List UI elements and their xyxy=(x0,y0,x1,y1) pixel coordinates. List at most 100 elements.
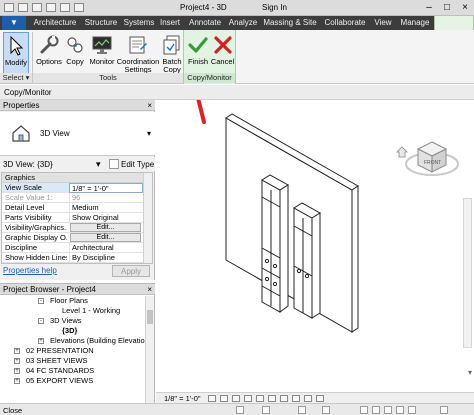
prop-row-detail-level[interactable]: Detail Level Medium xyxy=(2,203,152,213)
close-window-button[interactable]: × xyxy=(456,0,474,15)
edit-type-button[interactable]: Edit Type xyxy=(121,160,154,169)
browser-tree: - Floor Plans Level 1 - Working - 3D Vie… xyxy=(0,296,149,386)
print-icon[interactable] xyxy=(74,3,84,12)
graphics-section-header[interactable]: Graphics xyxy=(2,173,152,183)
prop-value[interactable]: Show Original xyxy=(69,213,143,223)
tab-architecture[interactable]: Architecture xyxy=(30,16,80,30)
shadows-icon[interactable] xyxy=(244,395,252,402)
worksets-icon[interactable] xyxy=(236,406,244,414)
apply-button[interactable]: Apply xyxy=(112,265,150,277)
navigation-bar[interactable] xyxy=(463,198,472,348)
tab-annotate[interactable]: Annotate xyxy=(184,16,226,30)
open-icon[interactable] xyxy=(18,3,28,12)
temporary-hide-icon[interactable] xyxy=(304,395,312,402)
viewcube-icon[interactable]: FRONT xyxy=(402,136,462,186)
tree-item-label: 03 SHEET VIEWS xyxy=(26,356,88,365)
drawing-canvas[interactable]: FRONT ▾ xyxy=(156,100,474,403)
sign-in-link[interactable]: Sign In xyxy=(262,3,287,12)
editable-only-icon[interactable] xyxy=(298,406,306,414)
sun-path-icon[interactable] xyxy=(232,395,240,402)
select-links-icon[interactable] xyxy=(360,406,368,414)
properties-scrollbar[interactable] xyxy=(143,173,152,263)
tree-item-sheet-views[interactable]: + 03 SHEET VIEWS xyxy=(0,356,146,366)
minimize-button[interactable]: – xyxy=(420,0,438,15)
visual-style-icon[interactable] xyxy=(220,395,228,402)
properties-help-link[interactable]: Properties help xyxy=(3,266,57,275)
collapse-toggle[interactable]: - xyxy=(38,298,44,304)
tab-contextual-active[interactable] xyxy=(434,16,474,30)
edit-visibility-button[interactable]: Edit... xyxy=(70,223,141,232)
app-menu-icon[interactable] xyxy=(4,3,14,12)
cabinet-right-side xyxy=(311,212,321,319)
browser-scrollbar[interactable] xyxy=(145,296,154,404)
expand-toggle[interactable]: + xyxy=(14,368,20,374)
tree-item-presentation[interactable]: + 02 PRESENTATION xyxy=(0,346,146,356)
save-icon[interactable] xyxy=(32,3,42,12)
chevron-down-icon[interactable]: ▾ xyxy=(147,129,151,138)
tree-item-3d-views[interactable]: - 3D Views xyxy=(0,316,146,326)
panel-select-label[interactable]: Select ▾ xyxy=(0,73,32,83)
select-by-face-icon[interactable] xyxy=(396,406,404,414)
expand-toggle[interactable]: + xyxy=(14,348,20,354)
redo-icon[interactable] xyxy=(60,3,70,12)
properties-grid: Graphics View Scale 1/8" = 1'-0" Scale V… xyxy=(1,172,153,264)
prop-value[interactable]: Medium xyxy=(69,203,143,213)
tree-item-3d[interactable]: {3D} xyxy=(0,326,146,336)
prop-value[interactable]: By Discipline xyxy=(69,253,143,263)
tab-analyze[interactable]: Analyze xyxy=(226,16,260,30)
dropdown-arrow-icon[interactable]: ▾ xyxy=(96,159,101,170)
main-model-icon[interactable] xyxy=(322,406,330,414)
tree-item-label: Floor Plans xyxy=(50,296,88,305)
wrench-icon xyxy=(40,35,59,54)
filter-icon[interactable] xyxy=(440,406,448,414)
tab-view[interactable]: View xyxy=(370,16,396,30)
prop-row-view-scale[interactable]: View Scale 1/8" = 1'-0" xyxy=(2,183,152,193)
tab-massing-site[interactable]: Massing & Site xyxy=(260,16,320,30)
home-view-icon[interactable] xyxy=(396,146,408,158)
tree-item-elevations[interactable]: + Elevations (Building Elevation xyxy=(0,336,149,346)
coordination-settings-icon xyxy=(129,36,147,54)
detail-level-icon[interactable] xyxy=(208,395,216,402)
tree-item-label: Elevations (Building Elevation xyxy=(50,336,149,345)
tree-item-export-views[interactable]: + 05 EXPORT VIEWS xyxy=(0,376,146,386)
file-tab[interactable]: ▼ xyxy=(2,16,26,30)
prop-value-field[interactable]: 1/8" = 1'-0" xyxy=(69,183,143,193)
tree-item-label: Level 1 - Working xyxy=(62,306,121,315)
scrollbar-thumb[interactable] xyxy=(147,310,153,324)
expand-toggle[interactable]: + xyxy=(38,338,44,344)
prop-row-show-hidden-lines[interactable]: Show Hidden Lines By Discipline xyxy=(2,253,152,263)
undo-icon[interactable] xyxy=(46,3,56,12)
tab-collaborate[interactable]: Collaborate xyxy=(320,16,370,30)
scroll-down-arrow-icon[interactable]: ▾ xyxy=(468,368,472,377)
prop-row-discipline[interactable]: Discipline Architectural xyxy=(2,243,152,253)
prop-row-graphic-display: Graphic Display O... Edit... xyxy=(2,233,152,243)
tree-item-fc-standards[interactable]: + 04 FC STANDARDS xyxy=(0,366,146,376)
type-selector[interactable]: 3D View ▾ xyxy=(0,112,155,156)
close-icon[interactable]: × xyxy=(147,284,152,295)
collapse-toggle[interactable]: - xyxy=(38,318,44,324)
tree-item-level-1[interactable]: Level 1 - Working xyxy=(0,306,146,316)
design-options-icon[interactable] xyxy=(262,406,270,414)
render-icon[interactable] xyxy=(256,395,264,402)
prop-value[interactable]: Architectural xyxy=(69,243,143,253)
select-underlay-icon[interactable] xyxy=(372,406,380,414)
view-scale-selector[interactable]: 1/8" = 1'-0" xyxy=(164,394,201,403)
reveal-hidden-icon[interactable] xyxy=(316,395,324,402)
drag-elements-icon[interactable] xyxy=(408,406,416,414)
expand-toggle[interactable]: + xyxy=(14,358,20,364)
maximize-button[interactable]: □ xyxy=(438,0,456,15)
view-selector[interactable]: 3D View: {3D} xyxy=(3,160,53,169)
select-pinned-icon[interactable] xyxy=(384,406,392,414)
tab-structure[interactable]: Structure xyxy=(80,16,122,30)
expand-toggle[interactable]: + xyxy=(14,378,20,384)
tab-manage[interactable]: Manage xyxy=(396,16,434,30)
close-icon[interactable]: × xyxy=(147,100,152,111)
edit-graphic-display-button[interactable]: Edit... xyxy=(70,233,141,242)
crop-view-icon[interactable] xyxy=(268,395,276,402)
tree-item-floor-plans[interactable]: - Floor Plans xyxy=(0,296,146,306)
tab-systems[interactable]: Systems xyxy=(122,16,156,30)
show-crop-region-icon[interactable] xyxy=(280,395,288,402)
prop-row-parts-visibility[interactable]: Parts Visibility Show Original xyxy=(2,213,152,223)
tab-insert[interactable]: Insert xyxy=(156,16,184,30)
lock-3d-view-icon[interactable] xyxy=(292,395,300,402)
